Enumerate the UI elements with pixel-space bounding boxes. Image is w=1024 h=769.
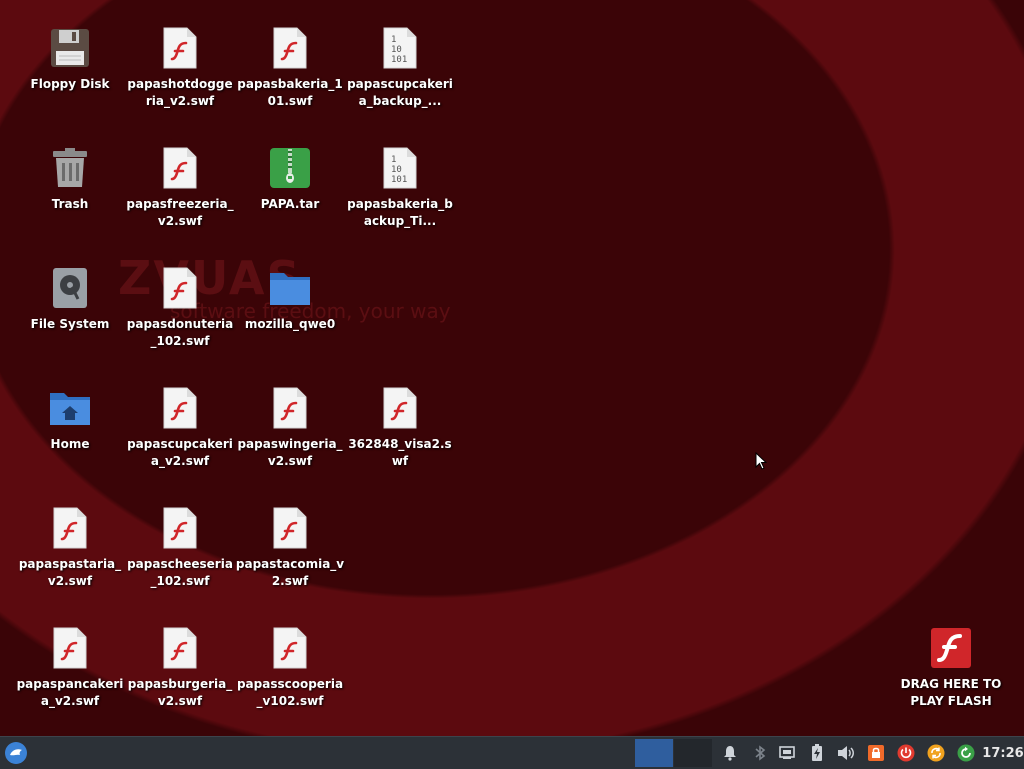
bell-icon[interactable] [719,737,741,769]
svg-text:10: 10 [391,165,402,175]
power-icon[interactable] [895,737,917,769]
flash-file-icon [268,26,312,70]
icon-label: Home [50,437,90,451]
home-folder-icon [48,386,92,430]
taskbar: 17:26 [0,736,1024,769]
battery-icon[interactable] [806,737,828,769]
icon-label: PAPA.tar [260,197,320,211]
flash-file-icon [378,386,422,430]
icon-label: mozilla_qwe0 [244,317,336,331]
flash-file-icon [268,626,312,670]
icon-label: Trash [51,197,89,211]
icon-label: papasbakeria_backup_Ti... [347,197,453,228]
icon-label: papashotdoggeria_v2.swf [127,77,233,108]
flash-file-icon [158,266,202,310]
desktop-icon-bakeria-101[interactable]: papasbakeria_101.swf [235,22,345,134]
icon-label: papascheeseria_102.swf [127,557,233,588]
desktop-icon-file-system[interactable]: File System [15,262,125,374]
flash-file-icon [268,506,312,550]
flash-file-icon [158,386,202,430]
flash-player-icon [929,626,973,670]
icon-label: papaspancakeria_v2.swf [16,677,124,708]
icon-label: papasfreezeria_v2.swf [126,197,234,228]
lock-icon[interactable] [865,737,887,769]
flash-file-icon [268,386,312,430]
hard-drive-icon [48,266,92,310]
icon-label: papasburgeria_v2.swf [127,677,233,708]
desktop-icon-drag-play-flash[interactable]: DRAG HERE TO PLAY FLASH [896,622,1006,734]
binary-file-icon: 1 10 101 [378,26,422,70]
bluetooth-icon[interactable] [749,737,771,769]
desktop-icon-scooperia[interactable]: papasscooperia_v102.swf [235,622,345,734]
desktop-icon-hotdoggeria[interactable]: papashotdoggeria_v2.swf [125,22,235,134]
icon-label: papasscooperia_v102.swf [236,677,344,708]
network-icon[interactable] [776,737,798,769]
svg-text:101: 101 [391,175,407,185]
desktop-icon-trash[interactable]: Trash [15,142,125,254]
folder-icon [268,266,312,310]
icon-label: File System [30,317,110,331]
desktop-icon-pancakeria[interactable]: papaspancakeria_v2.swf [15,622,125,734]
desktop-icon-freezeria[interactable]: papasfreezeria_v2.swf [125,142,235,254]
svg-text:1: 1 [391,35,396,45]
icon-label: papasbakeria_101.swf [237,77,343,108]
desktop-icon-cupcakeria[interactable]: papascupcakeria_v2.swf [125,382,235,494]
desktop-icon-papa-tar[interactable]: PAPA.tar [235,142,345,254]
whisker-menu-icon [5,742,27,764]
icon-label: Floppy Disk [30,77,110,91]
clock[interactable]: 17:26 [982,737,1024,769]
icon-label: papaswingeria_v2.swf [237,437,343,468]
workspace-1[interactable] [635,739,673,767]
flash-file-icon [48,506,92,550]
flash-file-icon [158,506,202,550]
desktop-icon-home[interactable]: Home [15,382,125,494]
desktop-icon-donuteria[interactable]: papasdonuteria_102.swf [125,262,235,374]
desktop-icon-floppy-disk[interactable]: Floppy Disk [15,22,125,134]
icon-label: 362848_visa2.swf [348,437,452,468]
flash-file-icon [158,146,202,190]
desktop-icon-bakeria-backup[interactable]: 1 10 101 papasbakeria_backup_Ti... [345,142,455,254]
icon-label: papasdonuteria_102.swf [126,317,234,348]
desktop-icon-burgeria[interactable]: papasburgeria_v2.swf [125,622,235,734]
flash-file-icon [158,626,202,670]
svg-text:101: 101 [391,55,407,65]
desktop[interactable]: ZVUAS software freedom, your way Floppy … [0,0,1024,736]
desktop-icon-wingeria[interactable]: papaswingeria_v2.swf [235,382,345,494]
desktop-icon-mozilla-folder[interactable]: mozilla_qwe0 [235,262,345,374]
desktop-icon-visa2[interactable]: 362848_visa2.swf [345,382,455,494]
update-icon[interactable] [925,737,947,769]
icon-label: papascupcakeria_v2.swf [127,437,233,468]
archive-icon [268,146,312,190]
desktop-icon-cheeseria[interactable]: papascheeseria_102.swf [125,502,235,614]
volume-icon[interactable] [835,737,857,769]
binary-file-icon: 1 10 101 [378,146,422,190]
icon-label: DRAG HERE TO PLAY FLASH [900,677,1002,708]
flash-file-icon [48,626,92,670]
mouse-cursor-icon [755,452,767,470]
icon-label: papastacomia_v2.swf [235,557,345,588]
flash-file-icon [158,26,202,70]
workspace-2[interactable] [674,739,712,767]
desktop-icon-cupcakeria-backup[interactable]: 1 10 101 papascupcakeria_backup_... [345,22,455,134]
trash-icon [48,146,92,190]
svg-text:10: 10 [391,45,402,55]
desktop-icon-pastaria[interactable]: papaspastaria_v2.swf [15,502,125,614]
icon-label: papaspastaria_v2.swf [18,557,122,588]
floppy-disk-icon [48,26,92,70]
desktop-icon-tacomia[interactable]: papastacomia_v2.swf [235,502,345,614]
icon-label: papascupcakeria_backup_... [347,77,453,108]
refresh-icon[interactable] [955,737,977,769]
start-menu-button[interactable] [2,737,30,769]
svg-text:1: 1 [391,155,396,165]
